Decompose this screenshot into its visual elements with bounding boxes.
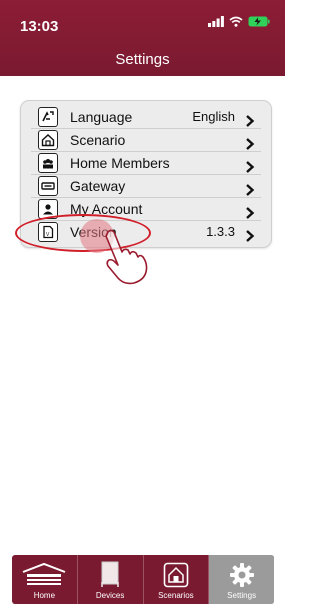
settings-item-scenario[interactable]: Scenario: [31, 128, 261, 152]
settings-item-label: Home Members: [70, 154, 170, 171]
settings-item-label: Scenario: [70, 131, 126, 148]
tab-label: Home: [33, 591, 56, 600]
chevron-right-icon: [246, 230, 255, 242]
tab-devices[interactable]: Devices: [78, 555, 144, 604]
tab-settings[interactable]: Settings: [209, 555, 274, 604]
status-time: 13:03: [20, 18, 59, 35]
wifi-icon: [229, 16, 243, 27]
gateway-icon: [38, 175, 58, 196]
home-members-icon: [38, 152, 58, 173]
tab-label: Scenarios: [158, 591, 194, 600]
signal-icon: [208, 16, 224, 27]
devices-icon: [101, 561, 119, 587]
home-icon: [23, 562, 66, 585]
scenario-icon: [38, 129, 58, 150]
status-icons: [208, 16, 270, 27]
language-icon: [38, 106, 58, 127]
settings-item-label: Gateway: [70, 177, 126, 194]
settings-item-home-members[interactable]: Home Members: [31, 151, 261, 175]
settings-item-label: Language: [70, 108, 133, 125]
settings-item-gateway[interactable]: Gateway: [31, 174, 261, 198]
chevron-right-icon: [246, 115, 255, 127]
scenarios-icon: [163, 562, 189, 588]
page-title: Settings: [115, 51, 170, 68]
settings-item-language[interactable]: Language English: [31, 105, 261, 129]
chevron-right-icon: [246, 207, 255, 219]
tab-bar: Home Devices Scenarios Settings: [12, 555, 274, 604]
tab-label: Settings: [227, 591, 257, 600]
version-value: 1.3.3: [206, 224, 235, 239]
tab-home[interactable]: Home: [12, 555, 78, 604]
language-value: English: [192, 109, 235, 124]
pointer-hand-icon: [105, 229, 148, 285]
battery-icon: [248, 16, 270, 27]
header-bar: 13:03 Settings: [0, 0, 285, 76]
tab-scenarios[interactable]: Scenarios: [144, 555, 210, 604]
gear-icon: [229, 563, 254, 587]
chevron-right-icon: [246, 138, 255, 150]
chevron-right-icon: [246, 161, 255, 173]
chevron-right-icon: [246, 184, 255, 196]
tab-label: Devices: [95, 591, 125, 600]
